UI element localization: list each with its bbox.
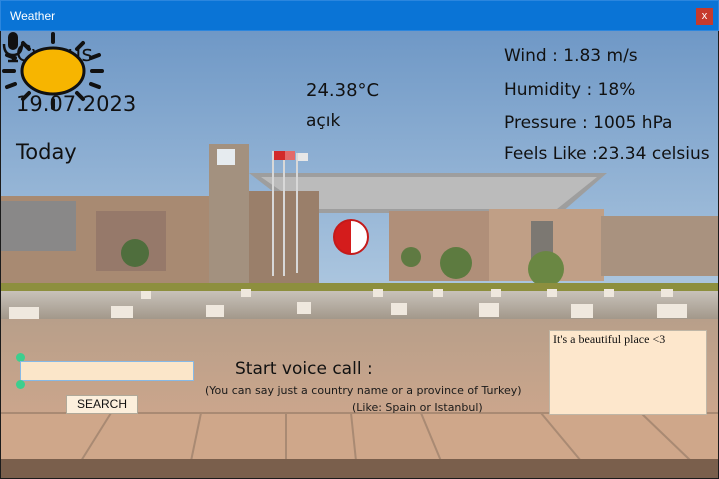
background-photo: Cyprus 19.07.2023 Today 24.38°C açık W xyxy=(1,31,718,478)
note-textarea[interactable]: It's a beautiful place <3 xyxy=(549,330,707,415)
microphone-icon[interactable] xyxy=(1,31,25,63)
feels-like-label: Feels Like :23.34 celsius xyxy=(504,144,710,164)
pressure-label: Pressure : 1005 hPa xyxy=(504,113,673,133)
search-button[interactable]: SEARCH xyxy=(66,395,138,414)
voice-hint-line-1: (You can say just a country name or a pr… xyxy=(205,384,522,397)
voice-hint-line-2: (Like: Spain or Istanbul) xyxy=(352,401,483,414)
wind-label: Wind : 1.83 m/s xyxy=(504,46,638,66)
search-input[interactable] xyxy=(20,361,194,381)
weather-window: Weather x 19.07.2023 Today 24.38°C açık … xyxy=(0,0,719,479)
weather-description: açık xyxy=(306,111,341,131)
title-bar[interactable]: Weather x xyxy=(0,0,719,31)
humidity-label: Humidity : 18% xyxy=(504,80,636,100)
resize-handle-bottom[interactable] xyxy=(16,380,25,389)
close-button[interactable]: x xyxy=(696,8,713,25)
temperature-label: 24.38°C xyxy=(306,80,380,101)
note-text: It's a beautiful place <3 xyxy=(553,332,666,346)
voice-call-label: Start voice call : xyxy=(235,359,373,379)
day-label: Today xyxy=(16,140,77,164)
window-title: Weather xyxy=(10,9,56,23)
